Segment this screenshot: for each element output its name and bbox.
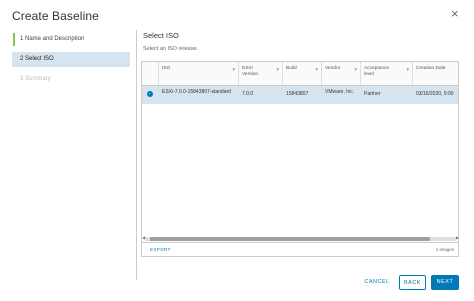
back-button[interactable]: BACK <box>399 275 426 290</box>
cancel-button[interactable]: CANCEL <box>360 275 394 290</box>
radio-selected-icon[interactable] <box>147 91 153 97</box>
export-button[interactable]: EXPORT <box>150 247 171 252</box>
filter-icon[interactable]: ▼ <box>276 67 280 73</box>
iso-datagrid: ISO ▼ ESXi Version ▼ Build ▼ Vendor ▼ Ac… <box>141 61 459 257</box>
cell-vendor: VMware, Inc. <box>325 89 355 95</box>
scroll-left-icon[interactable]: ◀ <box>142 235 145 240</box>
cell-acceptance-level: Partner <box>364 91 381 97</box>
column-header-creation-date[interactable]: Creation Date <box>413 62 458 85</box>
column-label: Creation Date <box>416 66 446 71</box>
grid-header: ISO ▼ ESXi Version ▼ Build ▼ Vendor ▼ Ac… <box>142 62 458 86</box>
column-label: Build <box>286 66 297 71</box>
column-label: Vendor <box>325 66 341 71</box>
cell-build: 15843807 <box>286 91 309 97</box>
select-column-header <box>142 62 159 85</box>
column-header-iso[interactable]: ISO ▼ <box>159 62 239 85</box>
filter-icon[interactable]: ▼ <box>354 67 358 73</box>
create-baseline-dialog: Create Baseline × 1 Name and Description… <box>0 0 474 301</box>
dialog-title: Create Baseline <box>12 9 99 23</box>
step-select-iso[interactable]: 2 Select ISO <box>12 52 130 67</box>
cell-iso: ESXi-7.0.0-15843807-standard <box>162 89 231 95</box>
column-header-vendor[interactable]: Vendor ▼ <box>322 62 361 85</box>
column-label: ESXi Version <box>242 66 258 77</box>
column-label: ISO <box>162 66 171 71</box>
horizontal-scrollbar[interactable]: ◀ ▶ <box>142 235 459 241</box>
next-button[interactable]: NEXT <box>431 275 459 290</box>
page-title: Select ISO <box>143 31 179 40</box>
step-summary: 3 Summary <box>20 76 51 82</box>
filter-icon[interactable]: ▼ <box>406 67 410 73</box>
close-icon[interactable]: × <box>451 7 459 20</box>
filter-icon[interactable]: ▼ <box>232 67 236 73</box>
column-header-acceptance-level[interactable]: Acceptance level ▼ <box>361 62 413 85</box>
column-header-build[interactable]: Build ▼ <box>283 62 322 85</box>
wizard-steps: 1 Name and Description 2 Select ISO 3 Su… <box>9 30 130 280</box>
cell-creation-date: 03/16/2020, 9:00 <box>416 91 454 97</box>
page-subtitle: Select an ISO release. <box>143 46 199 52</box>
filter-icon[interactable]: ▼ <box>315 67 319 73</box>
grid-footer: EXPORT 1 images <box>142 242 458 257</box>
scroll-right-icon[interactable]: ▶ <box>456 235 459 240</box>
column-header-esxi-version[interactable]: ESXi Version ▼ <box>239 62 283 85</box>
step-name-and-description[interactable]: 1 Name and Description <box>12 33 130 46</box>
column-label: Acceptance level <box>364 66 390 77</box>
sidebar-divider <box>136 30 137 280</box>
scroll-thumb[interactable] <box>150 237 430 241</box>
item-count: 1 images <box>435 247 454 252</box>
table-row[interactable]: ESXi-7.0.0-15843807-standard 7.0.0 15843… <box>142 86 458 104</box>
cell-esxi-version: 7.0.0 <box>242 91 254 97</box>
